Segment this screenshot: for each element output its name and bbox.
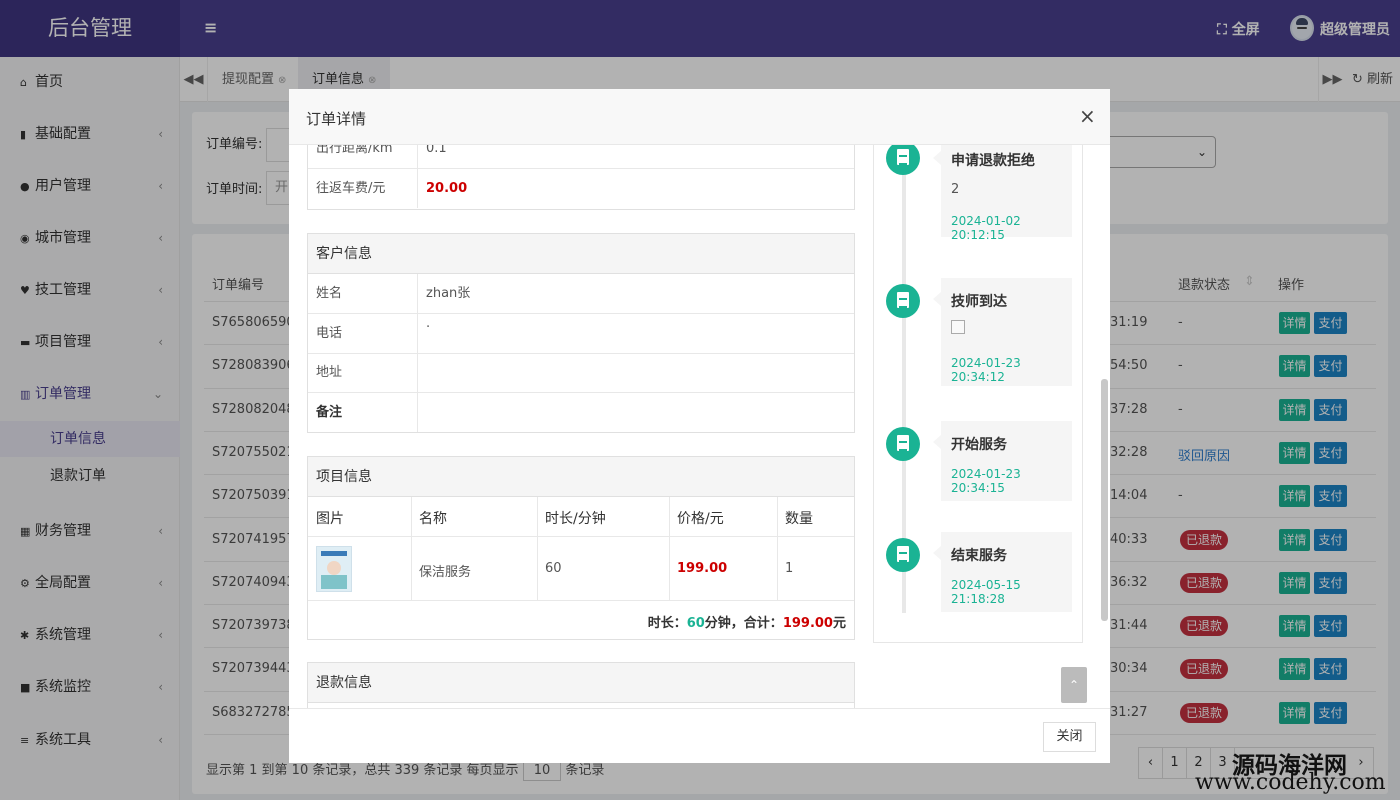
distance-row: 出行距离/km 0.1 bbox=[308, 145, 854, 169]
close-button[interactable]: 关闭 bbox=[1043, 722, 1096, 752]
timeline-item: 申请退款拒绝 2 2024-01-02 20:12:15 bbox=[933, 145, 1072, 242]
address-row: 地址 bbox=[308, 353, 854, 393]
modal-scrollbar[interactable] bbox=[1101, 379, 1108, 621]
file-icon bbox=[886, 427, 920, 461]
project-image[interactable] bbox=[316, 546, 352, 592]
fee-row: 往返车费/元 20.00 bbox=[308, 169, 854, 209]
modal-title: 订单详情 bbox=[306, 110, 367, 128]
timeline-item: 结束服务 2024-05-15 21:18:28 bbox=[933, 532, 1072, 612]
customer-panel: 客户信息 姓名 zhan张 电话 · 地址 备注 bbox=[307, 233, 855, 433]
modal-body: 出行距离/km 0.1 往返车费/元 20.00 客户信息 姓名 zhan张 电… bbox=[289, 145, 1110, 708]
broken-image-icon bbox=[951, 320, 965, 334]
close-icon[interactable]: × bbox=[1079, 104, 1096, 128]
customer-panel-title: 客户信息 bbox=[308, 234, 854, 274]
timeline-item: 技师到达 2024-01-23 20:34:12 bbox=[933, 278, 1072, 386]
phone-row: 电话 · bbox=[308, 314, 854, 354]
trip-panel: 出行距离/km 0.1 往返车费/元 20.00 bbox=[307, 145, 855, 210]
project-panel-title: 项目信息 bbox=[308, 457, 854, 497]
order-detail-modal: 订单详情 × 出行距离/km 0.1 往返车费/元 20.00 客户信息 姓名 … bbox=[289, 89, 1110, 763]
back-to-top-icon[interactable]: ⌃ bbox=[1061, 667, 1087, 703]
watermark-url: www.codehy.com bbox=[1195, 770, 1386, 795]
project-panel: 项目信息 图片 名称 时长/分钟 价格/元 数量 保洁服务 60 199.00 … bbox=[307, 456, 855, 640]
file-icon bbox=[886, 284, 920, 318]
name-row: 姓名 zhan张 bbox=[308, 274, 854, 314]
project-header-row: 图片 名称 时长/分钟 价格/元 数量 bbox=[308, 497, 854, 537]
file-icon bbox=[886, 538, 920, 572]
modal-footer: 关闭 bbox=[289, 708, 1110, 763]
remark-row: 备注 bbox=[308, 393, 854, 433]
timeline-item: 开始服务 2024-01-23 20:34:15 bbox=[933, 421, 1072, 501]
modal-header: 订单详情 × bbox=[289, 89, 1110, 145]
refund-panel: 退款信息 bbox=[307, 662, 855, 708]
refund-panel-title: 退款信息 bbox=[308, 663, 854, 703]
project-row: 保洁服务 60 199.00 1 bbox=[308, 537, 854, 601]
project-summary: 时长：60分钟，合计：199.00元 bbox=[647, 616, 846, 631]
